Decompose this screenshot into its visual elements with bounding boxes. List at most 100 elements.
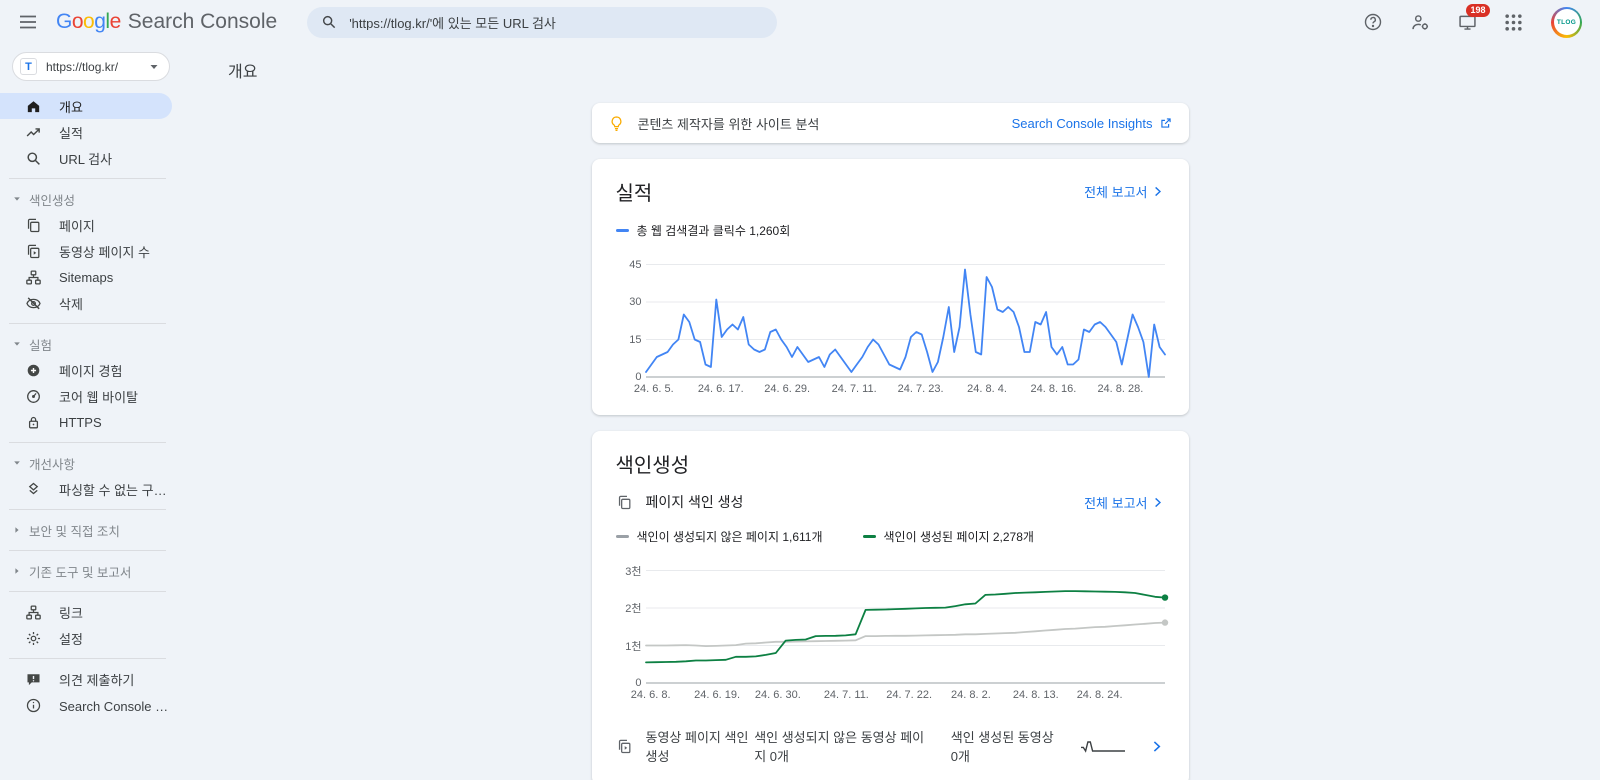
avatar[interactable]: TLOG (1551, 7, 1582, 38)
google-logo-letter: g (94, 10, 105, 33)
chart-end-dot (1161, 594, 1167, 600)
performance-clicks-plot (646, 253, 1165, 379)
sidebar-item-pages[interactable]: 페이지 (0, 212, 172, 238)
x-axis-tick-label: 24. 7. 11. (824, 689, 869, 701)
sidebar-section-header[interactable]: 실험 (0, 331, 180, 357)
google-logo: Google (56, 10, 121, 34)
user-settings-icon[interactable] (1410, 11, 1432, 33)
sidebar-section-header[interactable]: 개선사항 (0, 450, 180, 476)
sidebar-divider (9, 550, 166, 551)
eye-off-icon (25, 295, 42, 312)
sidebar-item-label: 링크 (59, 603, 83, 622)
indexing-card-title: 색인생성 (616, 449, 690, 478)
indexing-legend: 색인이 생성되지 않은 페이지 1,611개 색인이 생성된 페이지 2,278… (616, 528, 1165, 545)
url-inspect-searchbox[interactable] (307, 7, 777, 38)
sidebar-item-label: 파싱할 수 없는 구조화된 ... (59, 480, 172, 499)
video-pages-icon (616, 738, 633, 755)
sidebar-item-label: 설정 (59, 629, 83, 648)
sidebar-nav: 개요실적URL 검사색인생성페이지동영상 페이지 수 Sitemaps 삭제실험페이… (0, 93, 180, 718)
sidebar-item-label: 삭제 (59, 294, 83, 313)
x-axis-tick-label: 24. 6. 19. (694, 689, 740, 701)
property-selector[interactable]: T https://tlog.kr/ (12, 52, 170, 81)
sidebar-item-video-pages[interactable]: 동영상 페이지 수 (0, 238, 172, 264)
insights-banner: 콘텐츠 제작자를 위한 사이트 분석 Search Console Insigh… (592, 103, 1189, 143)
sidebar-divider (9, 442, 166, 443)
sidebar-item-label: 동영상 페이지 수 (59, 242, 150, 261)
sidebar-item-gauge[interactable]: 코어 웹 바이탈 (0, 383, 172, 409)
sidebar-item-trending[interactable]: 실적 (0, 119, 172, 145)
sidebar-item-lock[interactable]: HTTPS (0, 409, 172, 435)
performance-legend: 총 웹 검색결과 클릭수 1,260회 (616, 222, 1165, 239)
sparkline-line (1081, 742, 1125, 751)
url-inspect-input[interactable] (349, 15, 763, 30)
y-axis-tick-label: 15 (629, 334, 641, 346)
app-logo[interactable]: Google Search Console (56, 10, 277, 34)
google-apps-grid-icon[interactable] (1504, 11, 1526, 33)
y-axis-tick-label: 1천 (625, 638, 641, 654)
x-axis-tick-label: 24. 7. 22. (886, 689, 932, 701)
sidebar-item-label: HTTPS (59, 415, 102, 430)
performance-card-title: 실적 (616, 177, 653, 206)
help-icon[interactable] (1363, 11, 1385, 33)
full-report-label: 전체 보고서 (1084, 182, 1147, 201)
performance-full-report-link[interactable]: 전체 보고서 (1084, 182, 1164, 201)
trending-icon (25, 124, 42, 141)
sidebar-item-label: 페이지 (59, 216, 95, 235)
sidebar: T https://tlog.kr/ 개요실적URL 검사색인생성페이지동영상 … (0, 44, 180, 780)
product-name: Search Console (128, 10, 277, 34)
google-logo-letter: o (83, 10, 94, 33)
video-pages-icon (25, 243, 42, 260)
sidebar-item-page-experience[interactable]: 페이지 경험 (0, 357, 172, 383)
sidebar-item-search[interactable]: URL 검사 (0, 145, 172, 171)
indexing-full-report-link[interactable]: 전체 보고서 (1084, 493, 1164, 512)
sitemap-icon (25, 269, 42, 286)
y-axis-tick-label: 0 (635, 677, 641, 689)
video-indexing-row[interactable]: 동영상 페이지 색인 생성 색인 생성되지 않은 동영상 페이지 0개 색인 생… (616, 723, 1165, 771)
notification-badge: 198 (1466, 4, 1490, 17)
hamburger-menu-button[interactable] (16, 10, 40, 34)
video-indexing-chevron-icon[interactable] (1148, 738, 1165, 755)
indexing-chart[interactable]: 01천2천3천24. 6. 8.24. 6. 19.24. 6. 30.24. … (616, 559, 1165, 707)
insights-link[interactable]: Search Console Insights (1012, 116, 1173, 131)
sidebar-divider (9, 509, 166, 510)
sidebar-item-links[interactable]: 링크 (0, 599, 172, 625)
sidebar-divider (9, 591, 166, 592)
gear-icon (25, 630, 42, 647)
x-axis-tick-label: 24. 6. 30. (755, 689, 801, 701)
x-axis-tick-label: 24. 6. 8. (631, 689, 671, 701)
chart-line (646, 591, 1165, 662)
sidebar-section-header[interactable]: 색인생성 (0, 186, 180, 212)
sidebar-section-collapsed[interactable]: 보안 및 직접 조치 (0, 517, 180, 543)
sidebar-item-structured-data[interactable]: 파싱할 수 없는 구조화된 ... (0, 476, 172, 502)
info-icon (25, 697, 42, 714)
performance-chart[interactable]: 015304524. 6. 5.24. 6. 17.24. 6. 29.24. … (616, 253, 1165, 401)
header-actions: 198 TLOG (1363, 7, 1582, 38)
legend-dash-clicks (616, 229, 629, 232)
page-indexing-plot (646, 559, 1165, 685)
sidebar-section-collapsed[interactable]: 기존 도구 및 보고서 (0, 558, 180, 584)
sidebar-section-label: 색인생성 (29, 190, 75, 209)
chart-line (646, 270, 1165, 378)
sidebar-item-sitemap[interactable]: Sitemaps (0, 264, 172, 290)
sidebar-item-gear[interactable]: 설정 (0, 625, 172, 651)
sidebar-section-label: 실험 (29, 335, 52, 354)
x-axis-tick-label: 24. 6. 5. (634, 383, 674, 395)
sidebar-item-home[interactable]: 개요 (0, 93, 172, 119)
caret-down-icon (13, 340, 23, 348)
legend-label-not-indexed: 색인이 생성되지 않은 페이지 1,611개 (637, 528, 823, 545)
google-logo-letter: o (72, 10, 83, 33)
sidebar-item-feedback[interactable]: 의견 제출하기 (0, 666, 172, 692)
sidebar-divider (9, 323, 166, 324)
legend-label-clicks: 총 웹 검색결과 클릭수 1,260회 (637, 222, 791, 239)
video-not-indexed-count: 색인 생성되지 않은 동영상 페이지 0개 (754, 727, 925, 765)
sidebar-item-eye-off[interactable]: 삭제 (0, 290, 172, 316)
x-axis-tick-label: 24. 6. 29. (764, 383, 810, 395)
sidebar-item-info[interactable]: Search Console 정보 (0, 692, 172, 718)
video-indexed-count: 색인 생성된 동영상 0개 (951, 727, 1056, 765)
main-content: 개요 콘텐츠 제작자를 위한 사이트 분석 Search Console Ins… (180, 44, 1600, 780)
sidebar-section-label: 보안 및 직접 조치 (29, 521, 120, 540)
x-axis-tick-label: 24. 7. 23. (898, 383, 944, 395)
sidebar-item-label: 페이지 경험 (59, 361, 122, 380)
announcement-icon[interactable]: 198 (1457, 11, 1479, 33)
links-icon (25, 604, 42, 621)
